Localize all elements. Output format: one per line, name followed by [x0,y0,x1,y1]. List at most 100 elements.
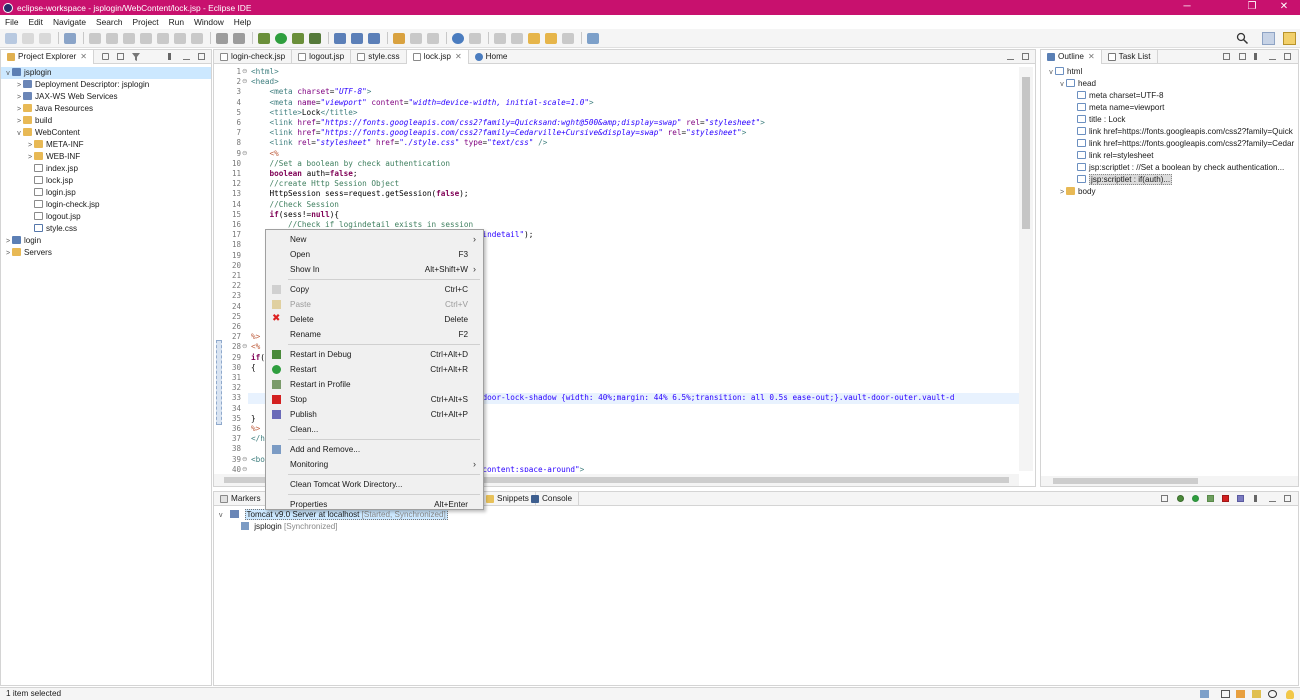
tree-item[interactable]: style.css [1,223,211,235]
context-menu-item-publish[interactable]: Publish Ctrl+Alt+P [266,407,483,422]
minimize-view-icon[interactable] [183,53,190,60]
outline-item[interactable]: link href=https://fonts.googleapis.com/c… [1041,138,1298,150]
new-package-icon[interactable] [351,32,363,44]
code-line[interactable]: <head> [251,77,279,87]
skip-breakpoints-icon[interactable] [89,32,101,44]
outline-item[interactable]: meta charset=UTF-8 [1041,90,1298,102]
tab-markers[interactable]: Markers [214,491,268,506]
menu-search[interactable]: Search [91,17,128,27]
tree-item[interactable]: lock.jsp [1,175,211,187]
outline-item[interactable]: title : Lock [1041,114,1298,126]
context-menu-item-paste[interactable]: Paste Ctrl+V [266,297,483,312]
next-annotation-icon[interactable] [494,32,506,44]
editor-tab[interactable]: lock.jsp ✕ [406,49,469,64]
fold-icon[interactable]: ⊖ [242,342,249,352]
coverage-icon[interactable] [309,32,321,44]
search-icon[interactable] [1236,32,1249,45]
status-icon-2[interactable] [1221,690,1230,698]
status-icon-1[interactable] [1200,690,1209,698]
context-menu-item-clean-tomcat-work-directory[interactable]: Clean Tomcat Work Directory... [266,477,483,492]
open-perspective-icon[interactable] [1262,32,1275,45]
code-line[interactable]: //create Http Session Object [251,179,400,189]
profile-server-icon[interactable] [1207,495,1214,502]
new-icon[interactable] [5,32,17,44]
pen-icon[interactable] [427,32,439,44]
tab-project-explorer[interactable]: Project Explorer ✕ [1,49,94,64]
suspend-icon[interactable] [123,32,135,44]
tree-item[interactable]: > Servers [1,247,211,259]
search-toolbar-icon[interactable] [410,32,422,44]
scroll-thumb[interactable] [1053,478,1198,484]
external-tools-icon[interactable] [233,32,245,44]
maximize-view-icon[interactable] [198,53,205,60]
filter-icon[interactable] [132,53,140,61]
restore-button[interactable]: ❐ [1236,0,1268,15]
tree-item[interactable]: > Deployment Descriptor: jsplogin [1,79,211,91]
code-line[interactable]: boolean auth=false; [251,169,358,179]
tree-item[interactable]: > login [1,235,211,247]
context-menu-item-stop[interactable]: Stop Ctrl+Alt+S [266,392,483,407]
editor-vertical-scrollbar[interactable] [1019,67,1033,471]
code-line[interactable]: <meta name="viewport" content="width=dev… [251,98,594,108]
run-icon[interactable] [275,32,287,44]
start-server-icon[interactable] [1192,495,1199,502]
code-line[interactable]: HttpSession sess=request.getSession(fals… [251,189,469,199]
context-menu-item-open[interactable]: Open F3 [266,247,483,262]
code-line[interactable]: <link rel="stylesheet" href="./style.css… [251,138,548,148]
context-menu-item-new[interactable]: New › [266,232,483,247]
back-icon[interactable] [545,32,557,44]
terminal-icon[interactable] [64,32,76,44]
minimize-view-icon[interactable] [1269,53,1276,60]
fold-icon[interactable]: ⊖ [242,77,249,87]
view-menu-icon[interactable] [1254,495,1257,502]
close-button[interactable]: ✕ [1268,0,1300,15]
status-icon-4[interactable] [1252,690,1261,698]
status-icon-3[interactable] [1236,690,1245,698]
module-row[interactable]: jsplogin [Synchronized] [219,521,1298,533]
context-menu-item-rename[interactable]: Rename F2 [266,327,483,342]
tree-item[interactable]: > Java Resources [1,103,211,115]
tree-item[interactable]: > build [1,115,211,127]
globe-icon[interactable] [452,32,464,44]
editor-tab[interactable]: style.css [351,49,407,64]
new-class-icon[interactable] [368,32,380,44]
outline-item[interactable]: jsp:scriptlet : if(auth)... [1041,174,1298,186]
menu-navigate[interactable]: Navigate [48,17,91,27]
outline-item[interactable]: meta name=viewport [1041,102,1298,114]
close-icon[interactable]: ✕ [1088,52,1095,61]
tree-item[interactable]: v WebContent [1,127,211,139]
scroll-thumb[interactable] [1022,77,1030,229]
code-line[interactable]: %> [251,332,260,342]
step-return-icon[interactable] [191,32,203,44]
code-line[interactable]: <% [251,149,279,159]
outline-horizontal-scrollbar[interactable] [1041,476,1298,486]
outline-item[interactable]: v head [1041,78,1298,90]
chevron-right-icon[interactable]: > [1058,187,1066,198]
chevron-right-icon[interactable]: > [4,248,12,260]
code-line[interactable]: //Set a boolean by check authentication [251,159,451,169]
code-line[interactable]: %> [251,424,260,434]
code-line[interactable]: if(sess!=null){ [251,210,339,220]
fold-icon[interactable]: ⊖ [242,149,249,159]
editor-tab[interactable]: logout.jsp [292,49,352,64]
view-menu-icon[interactable] [168,53,171,60]
open-folder-icon[interactable] [393,32,405,44]
collapse-all-icon[interactable] [1161,495,1168,502]
debug-icon[interactable] [258,32,270,44]
menu-help[interactable]: Help [229,17,256,27]
editor-tab[interactable]: Home [469,50,514,64]
tab-console[interactable]: Console [525,491,580,506]
context-menu-item-clean[interactable]: Clean... [266,422,483,437]
step-over-icon[interactable] [174,32,186,44]
open-type-icon[interactable] [216,32,228,44]
tab-task-list[interactable]: Task List [1102,49,1158,64]
code-line[interactable]: <% [251,342,260,352]
outline-item[interactable]: > body [1041,186,1298,198]
publish-server-icon[interactable] [1237,495,1244,502]
fold-icon[interactable]: ⊖ [242,67,249,77]
tree-item[interactable]: > JAX-WS Web Services [1,91,211,103]
last-edit-icon[interactable] [528,32,540,44]
context-menu-item-monitoring[interactable]: Monitoring › [266,457,483,472]
context-menu-item-show-in[interactable]: Show In Alt+Shift+W › [266,262,483,277]
stop-server-icon[interactable] [1222,495,1229,502]
